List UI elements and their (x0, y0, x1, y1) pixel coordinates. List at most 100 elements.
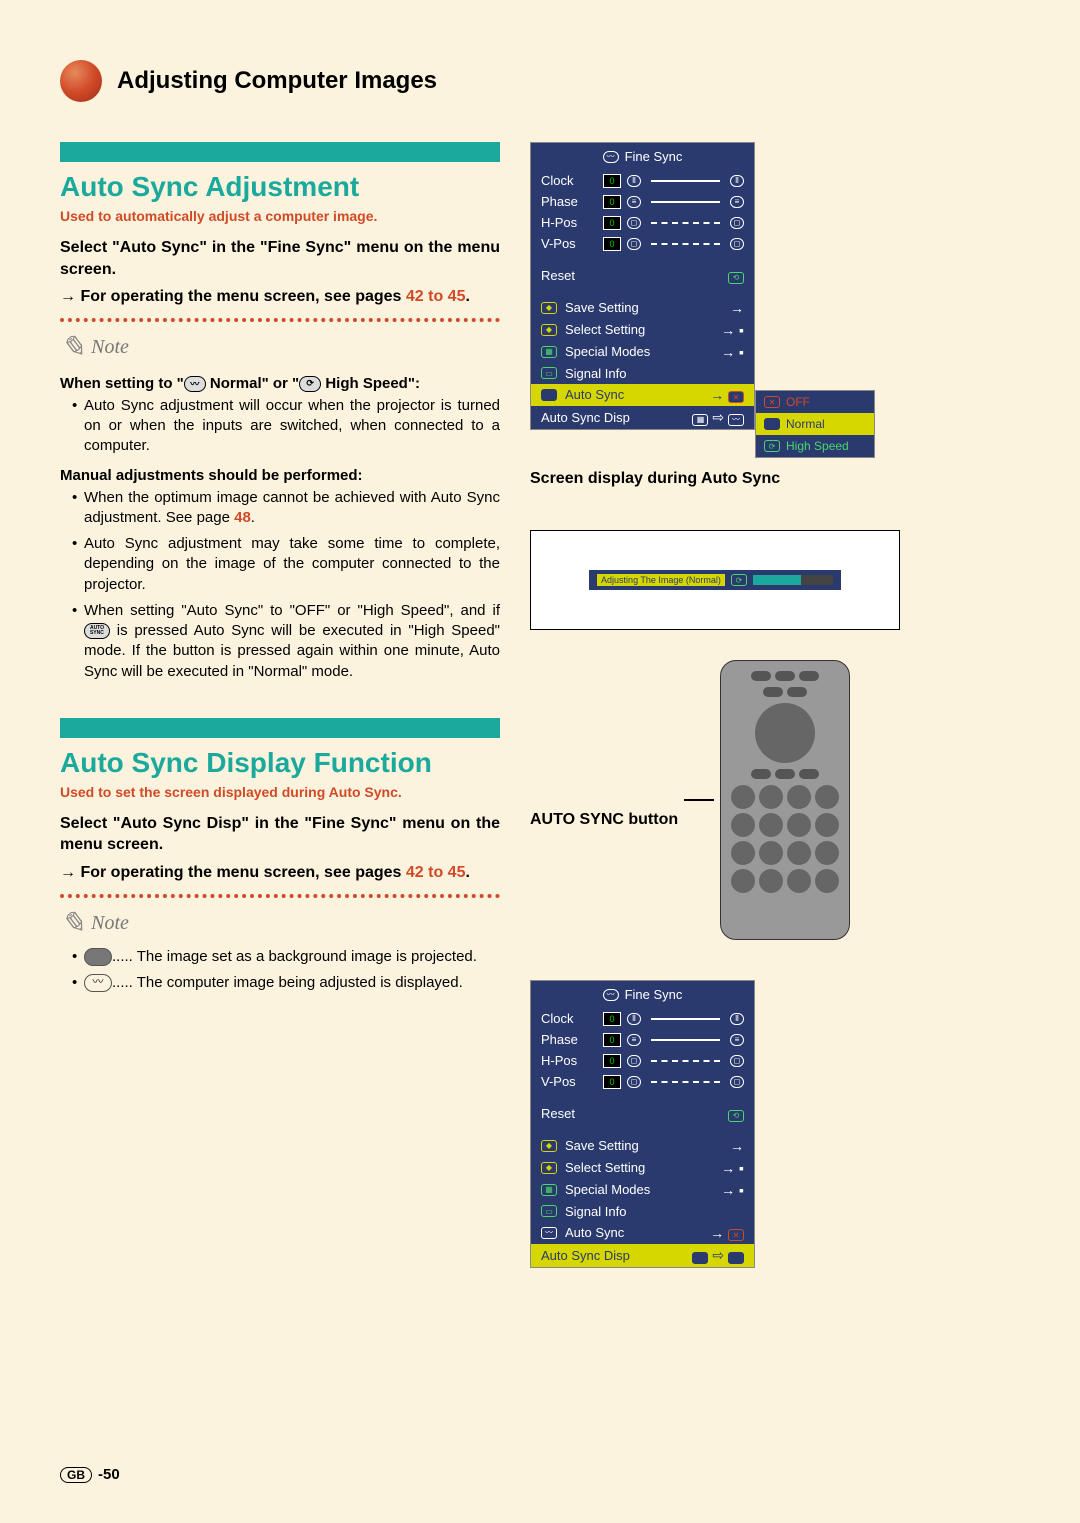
osd-row: H-Pos 0 ◻ ◻ (531, 212, 754, 233)
normal-icon: 〰 (764, 418, 780, 430)
slider-knob-right: ◻ (730, 217, 744, 229)
bullet-item: ..... The image set as a background imag… (72, 947, 500, 967)
modes-icon: ▦ (541, 1184, 557, 1196)
autosync-button-caption: AUTO SYNC button (530, 811, 678, 829)
osd-title: 〰 Fine Sync (531, 981, 754, 1008)
reset-icon: ⟲ (728, 267, 744, 284)
bullet-item: 〰..... The computer image being adjusted… (72, 973, 500, 993)
background-image-icon (84, 948, 112, 966)
osd-item: ◆Select Setting→ ▪ (531, 319, 754, 341)
right-column: 〰 Fine Sync Clock 0 ⦀ ⦀ Phase 0 ≡ ≡ (530, 142, 1010, 1268)
remote-control (720, 660, 850, 940)
osd-row: V-Pos 0 ◻ ◻ (531, 1071, 754, 1092)
osd-item: ◆Save Setting→ (531, 297, 754, 319)
section-bar (60, 142, 500, 162)
signal-icon: ▭ (541, 1205, 557, 1217)
section2-heading: Auto Sync Display Function (60, 748, 500, 779)
slider-knob-left: ⦀ (627, 1013, 641, 1025)
left-column: Auto Sync Adjustment Used to automatical… (60, 142, 500, 1268)
highspeed-sync-icon: ⟳ (299, 376, 321, 392)
slider-knob-right: ◻ (730, 238, 744, 250)
sync-icon: ⟳ (731, 574, 747, 586)
note-label: Note (91, 912, 129, 935)
osd-item: 〰Auto Sync→ ✕ (531, 1222, 754, 1245)
slider-knob-left: ≡ (627, 196, 641, 208)
note-label: Note (91, 336, 129, 359)
value-box: 0 (603, 237, 621, 251)
diamond-icon: ◆ (541, 324, 557, 336)
bullet-item: When setting "Auto Sync" to "OFF" or "Hi… (72, 601, 500, 682)
computer-image-icon: 〰 (84, 974, 112, 992)
osd-row: Phase 0 ≡ ≡ (531, 191, 754, 212)
highspeed-icon: ⟳ (764, 440, 780, 452)
slider-knob-left: ◻ (627, 1055, 641, 1067)
autosync-button-icon: AUTOSYNC (84, 623, 110, 639)
arrow-right-icon: → (730, 1138, 744, 1154)
slider-track (651, 1060, 720, 1062)
section1-heading: Auto Sync Adjustment (60, 172, 500, 203)
option-off: ✕OFF (756, 391, 874, 413)
arrow-right-icon: → ✕ (710, 387, 744, 404)
section1-para1: Select "Auto Sync" in the "Fine Sync" me… (60, 237, 500, 280)
header-dot-icon (60, 60, 102, 102)
note-swash-icon: ✎ (60, 330, 85, 365)
slider-knob-left: ◻ (627, 238, 641, 250)
screen-display-box: Adjusting The Image (Normal) ⟳ (530, 530, 900, 630)
section2-sub: Used to set the screen displayed during … (60, 783, 500, 801)
section1-para2: → For operating the menu screen, see pag… (60, 286, 500, 308)
value-box: 0 (603, 1054, 621, 1068)
callout-line (684, 799, 714, 801)
diamond-icon: ◆ (541, 302, 557, 314)
osd-row: Clock 0 ⦀ ⦀ (531, 1008, 754, 1029)
diamond-icon: ◆ (541, 1140, 557, 1152)
section-bar (60, 718, 500, 738)
slider-knob-left: ◻ (627, 217, 641, 229)
sync-icon: 〰 (541, 389, 557, 401)
slider-track (651, 180, 720, 182)
osd-item: ▦Special Modes→ ▪ (531, 1179, 754, 1201)
sync-icon: 〰 (541, 1227, 557, 1239)
slider-knob-left: ⦀ (627, 175, 641, 187)
osd-item: ◆Select Setting→ ▪ (531, 1157, 754, 1179)
arrow-right-icon: → (730, 300, 744, 316)
bullet-item: Auto Sync adjustment may take some time … (72, 534, 500, 595)
osd-item: ▦Special Modes→ ▪ (531, 341, 754, 363)
value-box: 0 (603, 1075, 621, 1089)
osd-item-highlight: 〰Auto Sync→ ✕ (531, 384, 754, 407)
bullet-item: When the optimum image cannot be achieve… (72, 488, 500, 529)
section2-para2: → For operating the menu screen, see pag… (60, 862, 500, 884)
gb-chip: GB (60, 1467, 92, 1483)
page-number: -50 (98, 1466, 120, 1483)
osd-title: 〰 Fine Sync (531, 143, 754, 170)
page-footer: GB -50 (60, 1466, 120, 1483)
osd-row: Phase 0 ≡ ≡ (531, 1029, 754, 1050)
note-swash-icon: ✎ (60, 906, 85, 941)
arrow-right-icon: → ▪ (721, 322, 744, 338)
slider-knob-right: ⦀ (730, 1013, 744, 1025)
progress-bar (753, 575, 833, 585)
slider-knob-right: ≡ (730, 196, 744, 208)
dpad-icon (755, 703, 815, 763)
arrow-right-icon: ▦ ⇨ 〰 (692, 1247, 744, 1264)
osd-row: H-Pos 0 ◻ ◻ (531, 1050, 754, 1071)
x-icon: ✕ (764, 396, 780, 408)
arrow-right-icon: → ✕ (710, 1225, 744, 1242)
value-box: 0 (603, 174, 621, 188)
screen-display-caption: Screen display during Auto Sync (530, 470, 780, 488)
osd-reset: Reset ⟲ (531, 1102, 754, 1125)
slider-knob-right: ⦀ (730, 175, 744, 187)
note-head2: Manual adjustments should be performed: (60, 467, 500, 484)
slider-knob-left: ≡ (627, 1034, 641, 1046)
page-title: Adjusting Computer Images (117, 67, 437, 95)
osd-side-options: ✕OFF 〰Normal ⟳High Speed (755, 390, 875, 458)
pagelink: 42 to 45 (406, 864, 466, 881)
slider-knob-left: ◻ (627, 1076, 641, 1088)
option-highspeed: ⟳High Speed (756, 435, 874, 457)
slider-track (651, 1039, 720, 1041)
slider-knob-right: ≡ (730, 1034, 744, 1046)
osd-item-highlight: Auto Sync Disp▦ ⇨ 〰 (531, 1244, 754, 1267)
osd1-wrap: 〰 Fine Sync Clock 0 ⦀ ⦀ Phase 0 ≡ ≡ (530, 142, 755, 430)
osd-menu-1: 〰 Fine Sync Clock 0 ⦀ ⦀ Phase 0 ≡ ≡ (530, 142, 755, 430)
value-box: 0 (603, 1033, 621, 1047)
adjust-chip: Adjusting The Image (Normal) (597, 574, 725, 586)
